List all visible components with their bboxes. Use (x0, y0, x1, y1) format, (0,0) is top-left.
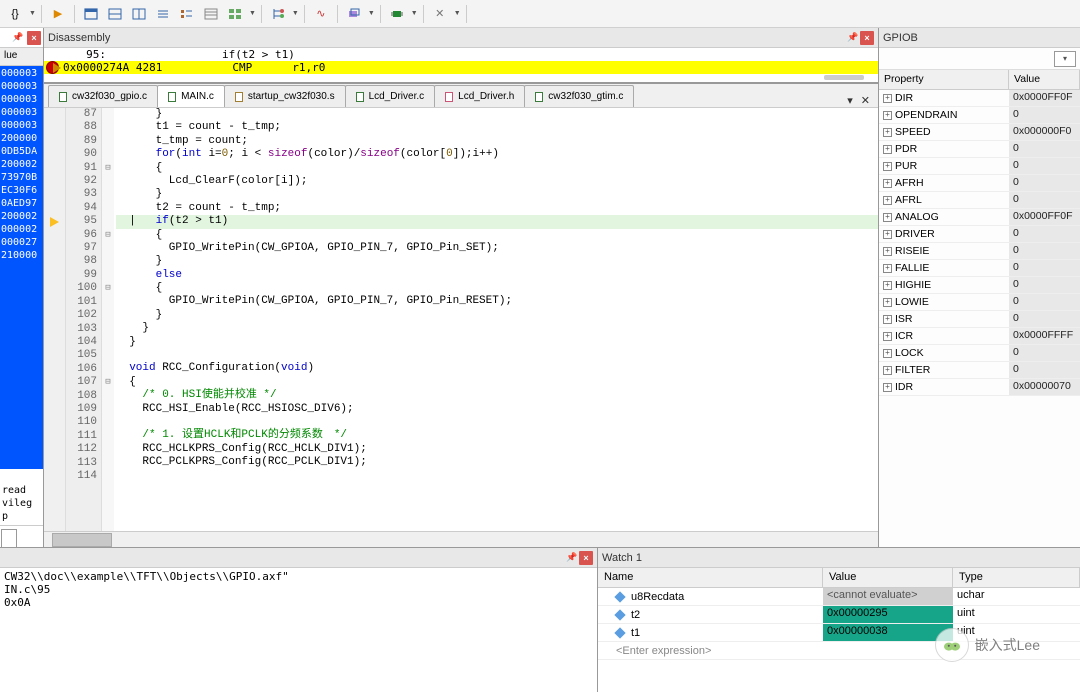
col-value[interactable]: Value (1009, 70, 1080, 89)
gpiob-row-icr[interactable]: +ICR0x0000FFFF (879, 328, 1080, 345)
output-body[interactable]: CW32\\doc\\example\\TFT\\Objects\\GPIO.a… (0, 568, 597, 692)
tab-startup_cw32f030-s[interactable]: startup_cw32f030.s (224, 85, 346, 107)
expand-icon[interactable]: + (883, 230, 892, 239)
exec-pointer-icon (50, 217, 59, 227)
sidebar-tab[interactable] (1, 529, 17, 547)
gpiob-row-highie[interactable]: +HIGHIE0 (879, 277, 1080, 294)
hex-values: 000003 000003 000003 000003 000003 20000… (0, 66, 43, 469)
expand-icon[interactable]: + (883, 94, 892, 103)
gpiob-title: GPIOB (879, 28, 1080, 48)
expand-icon[interactable]: + (883, 264, 892, 273)
expand-icon[interactable]: + (883, 332, 892, 341)
col-name[interactable]: Name (598, 568, 823, 587)
close-icon[interactable]: × (27, 31, 41, 45)
list-icon-1[interactable] (152, 3, 174, 25)
watch-row-t2[interactable]: t20x00000295uint (598, 606, 1080, 624)
expand-icon[interactable]: + (883, 162, 892, 171)
tab-close-icon[interactable]: ✕ (857, 94, 874, 107)
code-editor[interactable]: 8788899091929394959697989910010110210310… (44, 108, 878, 531)
gpiob-row-filter[interactable]: +FILTER0 (879, 362, 1080, 379)
close-icon[interactable]: × (860, 31, 874, 45)
status-text: read vileg p (0, 469, 43, 525)
play-icon[interactable]: ▶ (47, 3, 69, 25)
list-icon-3[interactable] (200, 3, 222, 25)
tree-icon[interactable] (267, 3, 289, 25)
gpiob-row-afrl[interactable]: +AFRL0 (879, 192, 1080, 209)
layers-icon[interactable] (343, 3, 365, 25)
expand-icon[interactable]: + (883, 298, 892, 307)
gpiob-row-pdr[interactable]: +PDR0 (879, 141, 1080, 158)
expand-icon[interactable]: + (883, 315, 892, 324)
gpiob-row-riseie[interactable]: +RISEIE0 (879, 243, 1080, 260)
expand-icon[interactable]: + (883, 366, 892, 375)
pin-icon[interactable]: 📌 (846, 31, 860, 45)
expand-icon[interactable]: + (883, 349, 892, 358)
gpiob-row-analog[interactable]: +ANALOG0x0000FF0F (879, 209, 1080, 226)
expand-icon[interactable]: + (883, 383, 892, 392)
gpiob-row-fallie[interactable]: +FALLIE0 (879, 260, 1080, 277)
list-icon-2[interactable] (176, 3, 198, 25)
tab-cw32f030_gpio-c[interactable]: cw32f030_gpio.c (48, 85, 158, 107)
tools-icon[interactable]: ✕ (429, 3, 451, 25)
resize-grip[interactable] (824, 75, 864, 80)
var-icon (614, 627, 625, 638)
tab-Lcd_Driver-h[interactable]: Lcd_Driver.h (434, 85, 525, 107)
gpiob-row-isr[interactable]: +ISR0 (879, 311, 1080, 328)
expand-icon[interactable]: + (883, 179, 892, 188)
window-icon-2[interactable] (104, 3, 126, 25)
pin-icon[interactable]: 📌 (11, 31, 25, 45)
disassembly-panel: 95:if(t2 > t1) 0x0000274A 4281CMPr1,r0 (44, 48, 878, 83)
chip-icon[interactable] (386, 3, 408, 25)
watch-row-u8Recdata[interactable]: u8Recdata<cannot evaluate>uchar (598, 588, 1080, 606)
h-scrollbar[interactable] (52, 533, 112, 547)
expand-icon[interactable]: + (883, 128, 892, 137)
expand-icon[interactable]: + (883, 196, 892, 205)
gpiob-row-opendrain[interactable]: +OPENDRAIN0 (879, 107, 1080, 124)
window-icon-3[interactable] (128, 3, 150, 25)
col-property[interactable]: Property (879, 70, 1009, 89)
disassembly-title: Disassembly 📌 × (44, 28, 878, 48)
var-icon (614, 591, 625, 602)
gpiob-row-idr[interactable]: +IDR0x00000070 (879, 379, 1080, 396)
tab-menu-icon[interactable]: ▾ (843, 94, 857, 107)
disasm-current-line[interactable]: 0x0000274A 4281CMPr1,r0 (44, 61, 878, 74)
registers-sidebar: 📌 × lue 000003 000003 000003 000003 0000… (0, 28, 44, 547)
gpiob-row-speed[interactable]: +SPEED0x000000F0 (879, 124, 1080, 141)
grid-icon[interactable] (224, 3, 246, 25)
window-icon-1[interactable] (80, 3, 102, 25)
expand-icon[interactable]: + (883, 247, 892, 256)
gpiob-row-driver[interactable]: +DRIVER0 (879, 226, 1080, 243)
value-header: lue (0, 48, 43, 66)
gpiob-row-lowie[interactable]: +LOWIE0 (879, 294, 1080, 311)
expand-icon[interactable]: + (883, 111, 892, 120)
close-icon[interactable]: × (579, 551, 593, 565)
watermark: 嵌入式Lee (935, 628, 1040, 662)
tab-MAIN-c[interactable]: MAIN.c (157, 85, 225, 107)
col-value[interactable]: Value (823, 568, 953, 587)
gpiob-row-pur[interactable]: +PUR0 (879, 158, 1080, 175)
gpiob-row-lock[interactable]: +LOCK0 (879, 345, 1080, 362)
tab-cw32f030_gtim-c[interactable]: cw32f030_gtim.c (524, 85, 634, 107)
exec-arrow-icon (53, 63, 61, 73)
tab-Lcd_Driver-c[interactable]: Lcd_Driver.c (345, 85, 436, 107)
expand-icon[interactable]: + (883, 145, 892, 154)
main-toolbar: {} ▼ ▶ ▼ ▼ ∿ ▼ ▼ ✕ ▼ (0, 0, 1080, 28)
gpiob-row-afrh[interactable]: +AFRH0 (879, 175, 1080, 192)
watch-title: Watch 1 (598, 548, 1080, 568)
file-tabs: cw32f030_gpio.cMAIN.cstartup_cw32f030.sL… (44, 84, 878, 108)
var-icon (614, 609, 625, 620)
wave-icon[interactable]: ∿ (310, 3, 332, 25)
gpiob-row-dir[interactable]: +DIR0x0000FF0F (879, 90, 1080, 107)
pin-icon[interactable]: 📌 (565, 551, 579, 565)
dropdown-icon[interactable]: ▾ (1054, 51, 1076, 67)
gpiob-grid: Property Value +DIR0x0000FF0F+OPENDRAIN0… (879, 70, 1080, 547)
col-type[interactable]: Type (953, 568, 1080, 587)
expand-icon[interactable]: + (883, 281, 892, 290)
braces-icon[interactable]: {} (4, 3, 26, 25)
enter-expression[interactable]: <Enter expression> (598, 642, 823, 659)
expand-icon[interactable]: + (883, 213, 892, 222)
